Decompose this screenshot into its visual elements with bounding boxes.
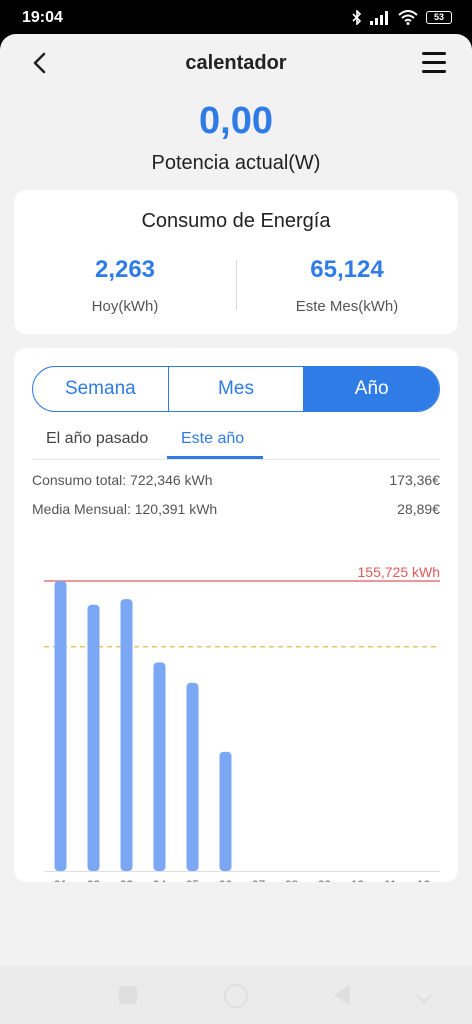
x-tick-label: 04 (153, 878, 167, 882)
energy-card-title: Consumo de Energía (141, 210, 331, 232)
signal-icon (370, 10, 388, 25)
recent-apps-button[interactable] (119, 986, 137, 1004)
tab-week[interactable]: Semana (33, 367, 169, 411)
wifi-icon (398, 10, 418, 25)
current-power-value: 0,00 (199, 100, 273, 142)
monthly-average-row: Media Mensual: 120,391 kWh 28,89€ (32, 501, 440, 517)
tab-year[interactable]: Año (304, 367, 439, 411)
bar-06[interactable] (219, 751, 232, 871)
x-tick-label: 08 (285, 878, 299, 882)
app-screen: calentador 0,00 Potencia actual(W) Consu… (0, 34, 472, 1024)
today-stat: 2,263 Hoy(kWh) (14, 256, 236, 315)
energy-card: Consumo de Energía 2,263 Hoy(kWh) 65,124… (14, 190, 458, 334)
status-bar: 19:04 53 (0, 0, 472, 34)
menu-button[interactable] (422, 52, 446, 74)
bar-04[interactable] (153, 662, 166, 871)
month-value: 65,124 (310, 256, 384, 283)
total-consumption-label: Consumo total: 722,346 kWh (32, 472, 213, 488)
month-label: Este Mes(kWh) (295, 298, 399, 315)
home-button[interactable] (224, 984, 248, 1008)
current-power-label: Potencia actual(W) (151, 152, 321, 174)
subtab-last-year[interactable]: El año pasado (46, 430, 148, 448)
bar-01[interactable] (54, 581, 67, 871)
year-subtabs: El año pasado Este año (32, 422, 440, 460)
chevron-down-icon[interactable] (415, 986, 433, 1004)
status-icons: 53 (352, 10, 452, 25)
bar-05[interactable] (186, 682, 199, 871)
tab-month[interactable]: Mes (169, 367, 305, 411)
x-tick-labels: 01 02 03 04 05 06 07 08 09 10 11 12 (54, 878, 431, 882)
total-consumption-row: Consumo total: 722,346 kWh 173,36€ (32, 472, 440, 488)
x-tick-label: 05 (186, 878, 200, 882)
subtab-active-indicator (167, 456, 263, 459)
x-tick-label: 09 (318, 878, 332, 882)
subtab-this-year[interactable]: Este año (181, 430, 244, 448)
period-selector: Semana Mes Año (32, 366, 440, 412)
today-label: Hoy(kWh) (91, 298, 159, 315)
x-tick-label: 06 (219, 878, 233, 882)
x-tick-label: 11 (384, 878, 397, 882)
bar-02[interactable] (87, 604, 100, 871)
menu-icon-bar (422, 70, 446, 73)
menu-icon-bar (422, 61, 446, 64)
x-tick-label: 01 (54, 878, 68, 882)
bar-03[interactable] (120, 599, 133, 871)
max-value-label: 155,725 kWh (358, 564, 441, 580)
page-title: calentador (185, 52, 287, 74)
x-tick-label: 12 (417, 878, 431, 882)
consumption-chart-card: Semana Mes Año El año pasado Este año Co… (14, 348, 458, 882)
system-back-button[interactable] (334, 985, 350, 1005)
monthly-consumption-chart: 155,725 kWh 01 02 03 04 05 06 07 08 09 10 11 12 (44, 564, 441, 882)
monthly-average-label: Media Mensual: 120,391 kWh (32, 501, 218, 517)
header: calentador (0, 34, 472, 94)
battery-icon: 53 (426, 11, 452, 24)
bluetooth-icon (352, 10, 362, 25)
status-time: 19:04 (22, 9, 63, 26)
x-tick-label: 07 (252, 878, 266, 882)
x-tick-label: 02 (87, 878, 101, 882)
x-tick-label: 10 (351, 878, 365, 882)
menu-icon-bar (422, 52, 446, 55)
total-cost: 173,36€ (389, 472, 440, 488)
today-value: 2,263 (94, 256, 156, 283)
bars-group (54, 581, 232, 871)
monthly-average-cost: 28,89€ (397, 501, 440, 517)
system-nav-bar (0, 966, 472, 1024)
x-tick-label: 03 (120, 878, 134, 882)
month-stat: 65,124 Este Mes(kWh) (236, 256, 458, 315)
